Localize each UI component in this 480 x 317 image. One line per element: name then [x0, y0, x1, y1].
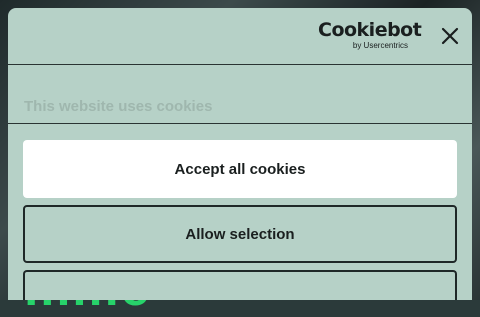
logo-name: Cookiebot	[318, 19, 422, 41]
allow-selection-button[interactable]: Allow selection	[23, 205, 457, 263]
dialog-header: Cookiebot by Usercentrics	[8, 8, 472, 65]
logo-byline: by Usercentrics	[352, 41, 408, 50]
close-button[interactable]	[438, 24, 462, 48]
close-icon	[441, 27, 459, 45]
deny-button[interactable]	[23, 270, 457, 300]
cookiebot-logo: Cookiebot by Usercentrics	[318, 19, 422, 56]
cookie-consent-dialog: Cookiebot by Usercentrics This website u…	[8, 8, 472, 300]
dialog-content[interactable]: This website uses cookies	[8, 65, 472, 124]
accept-all-cookies-button[interactable]: Accept all cookies	[23, 140, 457, 198]
notice-title: This website uses cookies	[24, 98, 213, 115]
